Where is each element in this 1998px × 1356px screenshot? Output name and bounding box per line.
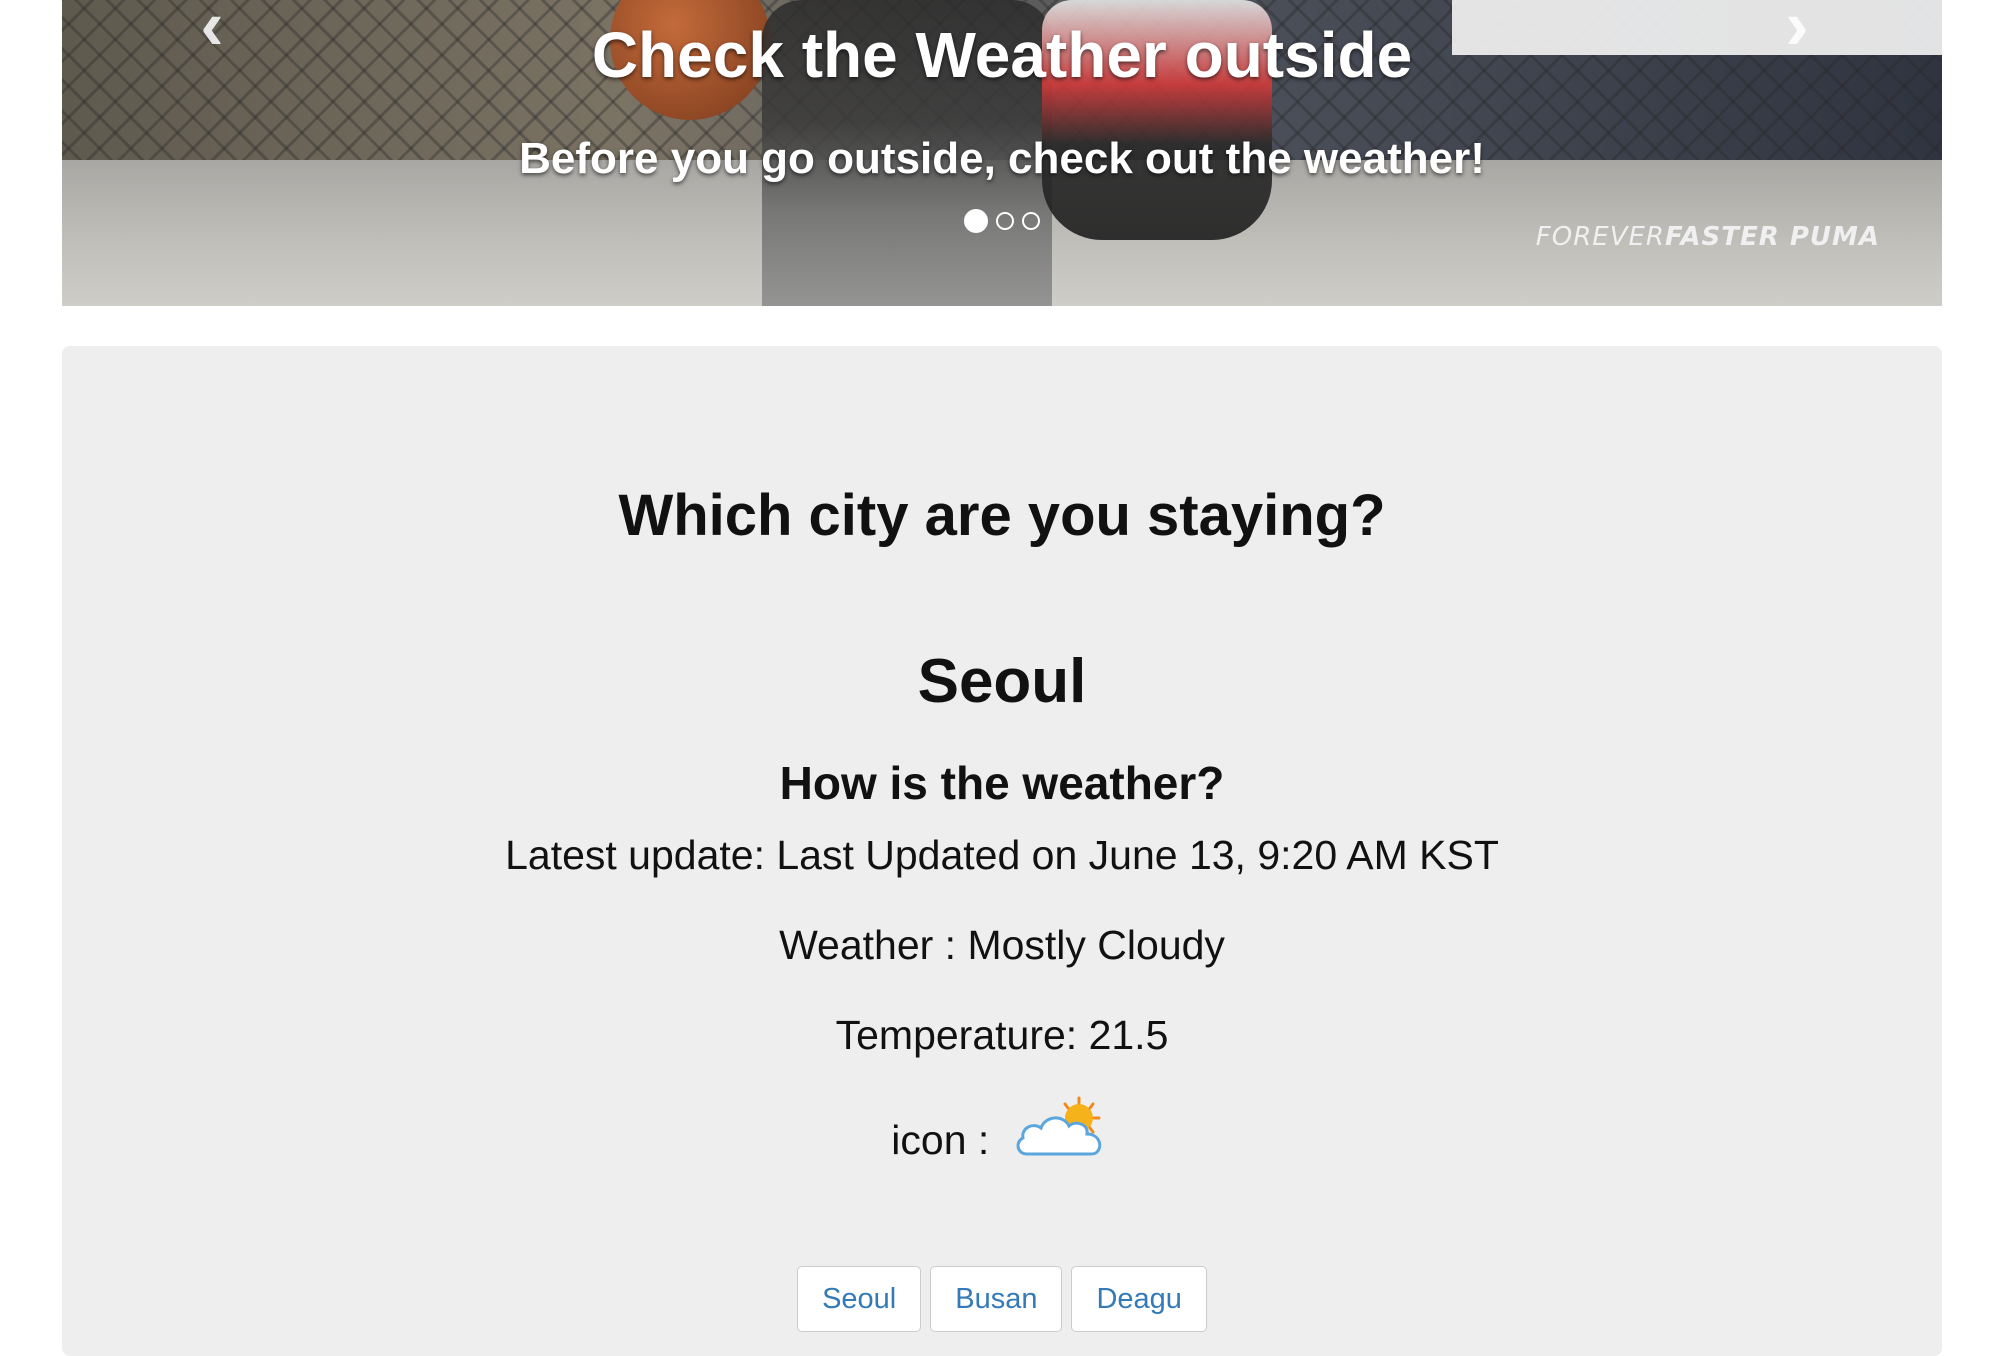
city-button-group: Seoul Busan Deagu — [62, 1266, 1942, 1332]
brand-logo: FOREVERFASTER PUMA — [1536, 222, 1880, 252]
selected-city-name: Seoul — [917, 647, 1087, 716]
latest-update-text: Latest update: Last Updated on June 13, … — [505, 832, 1499, 878]
carousel-title: Check the Weather outside — [591, 19, 1413, 91]
carousel-indicator-3[interactable] — [1022, 212, 1040, 230]
partly-cloudy-icon — [1013, 1096, 1113, 1170]
city-button-seoul[interactable]: Seoul — [797, 1266, 922, 1332]
carousel-subtitle: Before you go outside, check out the wea… — [519, 134, 1485, 183]
carousel-indicator-2[interactable] — [996, 212, 1014, 230]
carousel-next-icon[interactable]: › — [1767, 0, 1827, 60]
brand-logo-bold: FASTER PUMA — [1665, 222, 1880, 252]
city-button-deagu[interactable]: Deagu — [1071, 1266, 1207, 1332]
carousel-prev-icon[interactable]: ‹ — [182, 0, 242, 60]
city-question-heading: Which city are you staying? — [618, 483, 1386, 548]
weather-icon-row: icon : — [62, 1096, 1942, 1170]
carousel-indicator-1[interactable] — [964, 209, 988, 233]
temperature-text: Temperature: 21.5 — [835, 1012, 1169, 1058]
city-button-busan[interactable]: Busan — [930, 1266, 1063, 1332]
hero-carousel: Check the Weather outside Before you go … — [62, 0, 1942, 306]
weather-panel: Which city are you staying? Seoul How is… — [62, 346, 1942, 1356]
brand-logo-light: FOREVER — [1535, 222, 1665, 252]
weather-question-heading: How is the weather? — [779, 757, 1225, 809]
weather-condition-text: Weather : Mostly Cloudy — [779, 922, 1225, 968]
icon-label: icon : — [891, 1116, 990, 1163]
